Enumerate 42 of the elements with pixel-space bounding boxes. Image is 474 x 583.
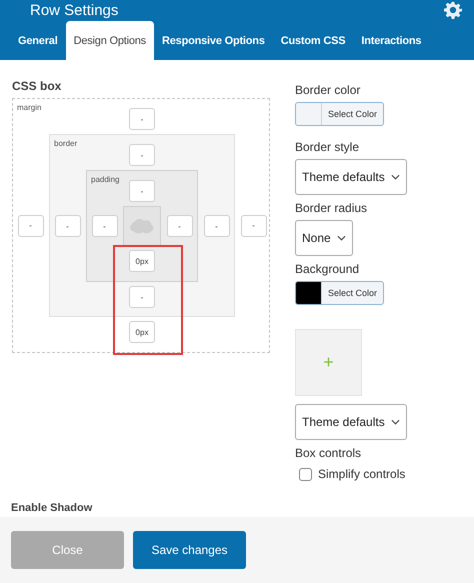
- box-label: margin: [17, 103, 42, 112]
- field-label: Border radius: [295, 201, 368, 215]
- section-title: CSS box: [12, 79, 62, 93]
- value-field[interactable]: -: [92, 215, 118, 237]
- picker-label: Select Color: [327, 287, 378, 300]
- value-field[interactable]: -: [129, 180, 155, 202]
- tab[interactable]: Responsive Options: [154, 21, 273, 60]
- field-label: Border color: [295, 83, 360, 97]
- color-picker[interactable]: Select Color: [295, 102, 384, 126]
- value-field[interactable]: -: [166, 215, 192, 237]
- checkbox[interactable]: [299, 468, 312, 480]
- dropdown[interactable]: None: [295, 220, 353, 256]
- field-label: Background: [295, 262, 360, 276]
- chevron-icon: [390, 174, 400, 180]
- value-field[interactable]: -: [129, 144, 155, 166]
- section-title: Enable Shadow: [10, 502, 94, 516]
- tab[interactable]: General: [10, 21, 66, 60]
- chevron-icon: [336, 235, 346, 241]
- dropdown[interactable]: Theme defaults: [295, 404, 407, 440]
- field-label: Box controls: [295, 446, 362, 460]
- dropdown[interactable]: Theme defaults: [295, 159, 407, 195]
- value-field[interactable]: 0px: [129, 321, 155, 343]
- value-field[interactable]: -: [54, 215, 80, 237]
- save-button[interactable]: Save changes: [133, 531, 246, 569]
- chevron-icon: [390, 419, 400, 425]
- value-field[interactable]: -: [129, 286, 155, 308]
- settings-icon[interactable]: [444, 1, 462, 19]
- window-title: Row Settings: [30, 2, 118, 18]
- value-field[interactable]: -: [240, 214, 266, 236]
- value-field[interactable]: -: [18, 214, 44, 236]
- value-field[interactable]: -: [129, 108, 155, 130]
- box-label: border: [54, 139, 78, 148]
- value-field[interactable]: 0px: [129, 250, 155, 272]
- value-field[interactable]: -: [204, 215, 230, 237]
- picker-label: Select Color: [327, 108, 378, 121]
- tab[interactable]: Design Options: [66, 21, 154, 60]
- color-picker[interactable]: Select Color: [295, 281, 384, 305]
- field-label: Border style: [295, 140, 360, 154]
- tab[interactable]: Custom CSS: [272, 21, 354, 60]
- box-label: padding: [91, 175, 120, 184]
- tab[interactable]: Interactions: [353, 21, 430, 60]
- checkbox-label: Simplify controls: [318, 467, 406, 481]
